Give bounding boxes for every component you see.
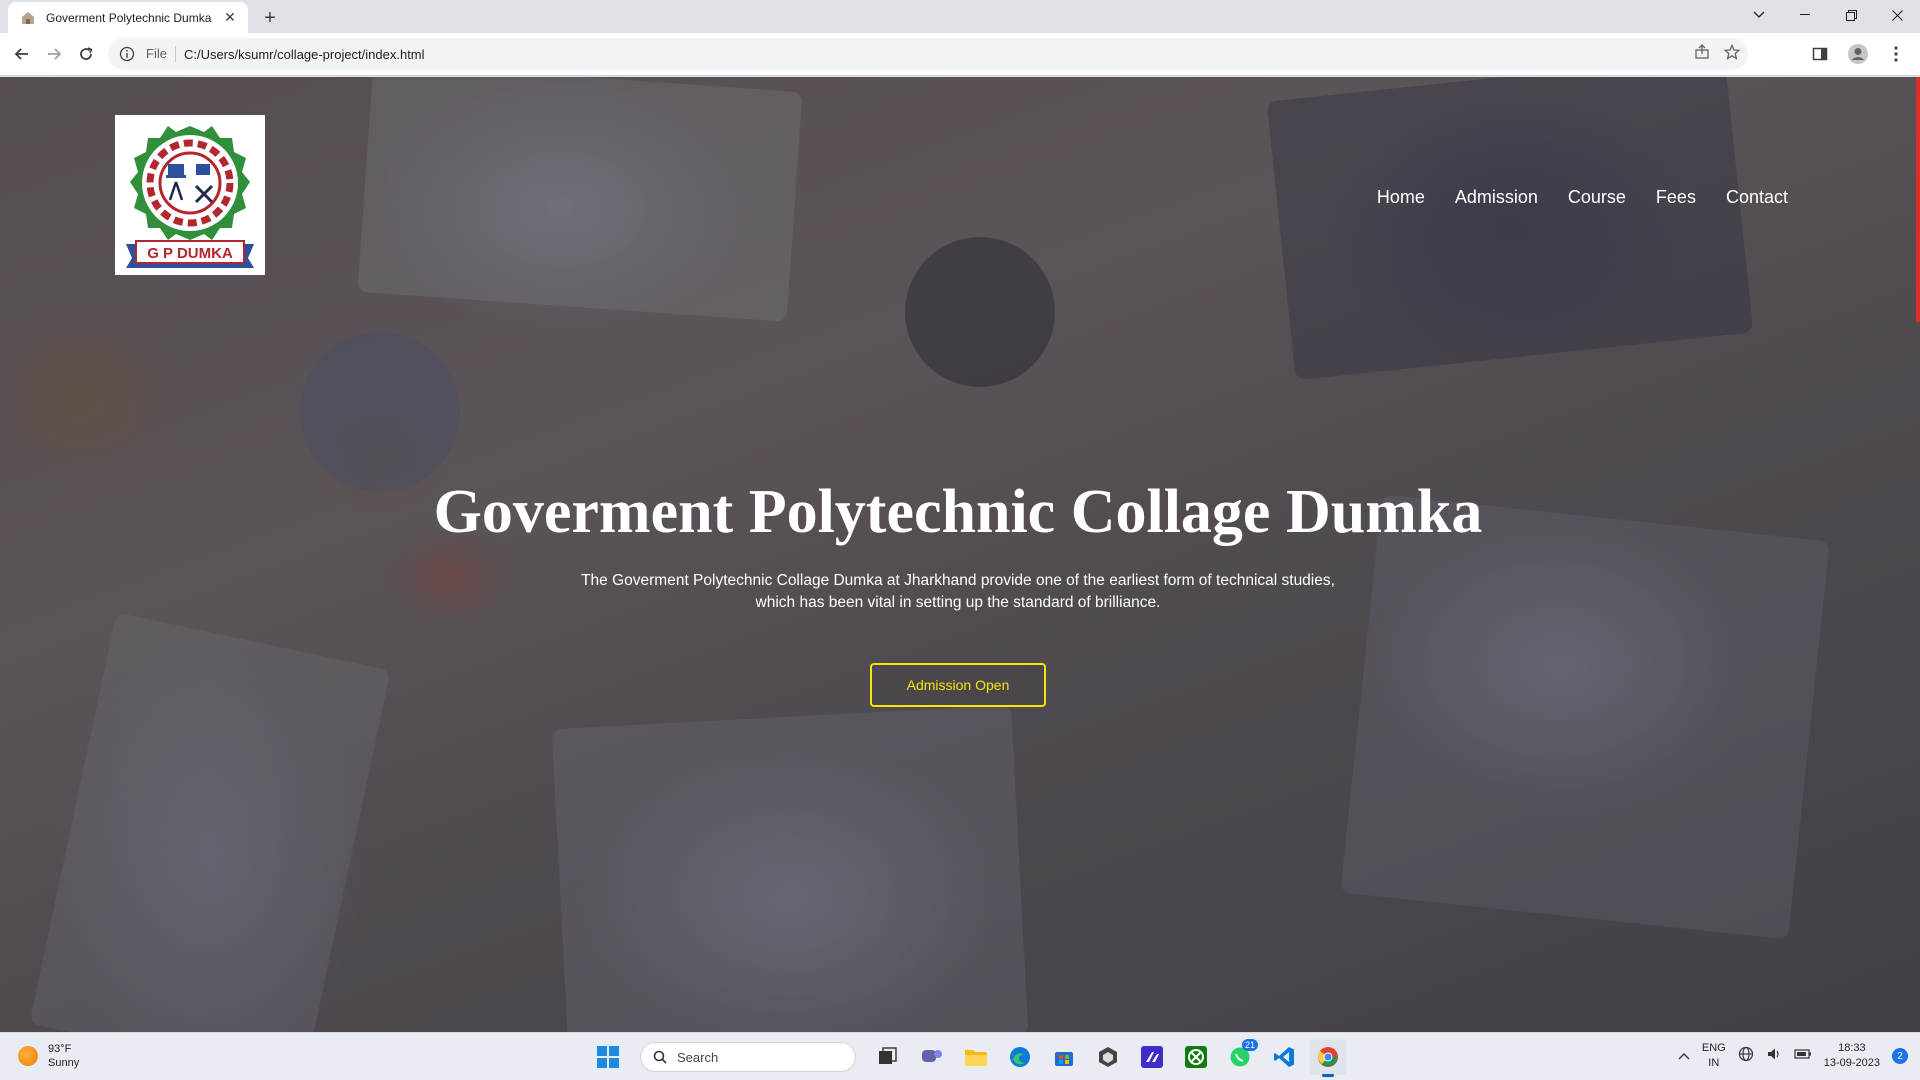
omnibox-actions	[1694, 43, 1741, 65]
page-scrollbar[interactable]	[1916, 77, 1920, 322]
unity-hub-icon[interactable]	[1090, 1039, 1126, 1075]
address-bar[interactable]: File C:/Users/ksumr/collage-project/inde…	[108, 38, 1748, 70]
edge-browser-icon[interactable]	[1002, 1039, 1038, 1075]
weather-temp: 93°F	[48, 1043, 72, 1055]
tab-search-chevron-down-icon[interactable]	[1736, 0, 1782, 30]
minimize-icon[interactable]	[1782, 0, 1828, 30]
file-explorer-icon[interactable]	[958, 1039, 994, 1075]
menu-kebab-icon[interactable]	[1882, 40, 1910, 68]
clock[interactable]: 18:33 13-09-2023	[1824, 1041, 1880, 1071]
lang-top: ENG	[1701, 1042, 1726, 1054]
hero-subtitle-line-1: The Goverment Polytechnic Collage Dumka …	[581, 572, 1335, 589]
tab-title: Goverment Polytechnic Dumka	[46, 10, 212, 25]
network-globe-icon[interactable]	[1738, 1046, 1754, 1067]
file-scheme-label: File	[146, 46, 176, 62]
lang-bottom: IN	[1708, 1057, 1720, 1069]
clock-time: 18:33	[1838, 1042, 1866, 1054]
whatsapp-badge: 21	[1241, 1039, 1258, 1051]
site-nav: Home Admission Course Fees Contact	[1377, 187, 1788, 208]
xbox-icon[interactable]	[1178, 1039, 1214, 1075]
logo-text: G P DUMKA	[147, 245, 233, 262]
battery-icon[interactable]	[1794, 1047, 1812, 1065]
sun-icon	[18, 1046, 38, 1066]
windows-start-icon[interactable]	[590, 1039, 626, 1075]
vscode-icon[interactable]	[1266, 1039, 1302, 1075]
background-laptop-shape	[357, 77, 803, 322]
profile-avatar-icon[interactable]	[1844, 40, 1872, 68]
side-panel-icon[interactable]	[1806, 40, 1834, 68]
browser-tab-bar: Goverment Polytechnic Dumka ✕ +	[0, 0, 1920, 33]
system-tray: ENG IN 18:33 13-09-2023 2	[1678, 1041, 1908, 1071]
gear-emblem-icon: G P DUMKA	[126, 126, 254, 268]
close-window-icon[interactable]	[1874, 0, 1920, 30]
search-placeholder: Search	[677, 1049, 719, 1065]
hero-subtitle: The Goverment Polytechnic Collage Dumka …	[0, 570, 1916, 614]
url-text[interactable]: C:/Users/ksumr/collage-project/index.htm…	[184, 47, 425, 62]
nav-fees[interactable]: Fees	[1656, 187, 1696, 208]
taskbar: 93°F Sunny Search 21 ENG IN 18:33 13-09-…	[0, 1032, 1920, 1080]
background-laptop-shape	[29, 612, 391, 1032]
window-controls	[1736, 0, 1920, 30]
background-laptop-shape	[1266, 77, 1754, 381]
admission-open-button[interactable]: Admission Open	[870, 663, 1046, 707]
search-icon	[653, 1050, 667, 1064]
weather-desc: Sunny	[48, 1057, 80, 1069]
forward-arrow-icon[interactable]	[40, 40, 68, 68]
hero-subtitle-line-2: which has been vital in setting up the s…	[755, 594, 1161, 611]
page-viewport: G P DUMKA Home Admission Course Fees Con…	[0, 77, 1920, 1032]
toolbar-right	[1806, 40, 1910, 68]
language-indicator[interactable]: ENG IN	[1702, 1041, 1726, 1071]
nav-contact[interactable]: Contact	[1726, 187, 1788, 208]
microsoft-store-icon[interactable]	[1046, 1039, 1082, 1075]
restore-icon[interactable]	[1828, 0, 1874, 30]
reload-icon[interactable]	[72, 40, 100, 68]
background-bowl-shape	[300, 332, 460, 492]
browser-tab[interactable]: Goverment Polytechnic Dumka ✕	[8, 2, 248, 33]
background-laptop-shape	[551, 705, 1029, 1032]
task-view-icon[interactable]	[870, 1039, 906, 1075]
info-icon[interactable]	[118, 45, 136, 63]
vscode-alt-icon[interactable]	[1134, 1039, 1170, 1075]
background-laptop-shape	[1340, 494, 1830, 940]
taskbar-apps: Search 21	[590, 1039, 1346, 1077]
nav-course[interactable]: Course	[1568, 187, 1626, 208]
background-teapot-shape	[905, 237, 1055, 387]
chrome-icon[interactable]	[1310, 1039, 1346, 1077]
nav-admission[interactable]: Admission	[1455, 187, 1538, 208]
teams-chat-icon[interactable]	[914, 1039, 950, 1075]
college-favicon-icon	[20, 10, 36, 26]
new-tab-icon[interactable]: +	[258, 6, 282, 30]
clock-date: 13-09-2023	[1823, 1057, 1880, 1069]
nav-home[interactable]: Home	[1377, 187, 1425, 208]
notification-badge[interactable]: 2	[1892, 1048, 1908, 1064]
back-arrow-icon[interactable]	[8, 40, 36, 68]
weather-widget[interactable]: 93°F Sunny	[18, 1042, 79, 1070]
hero-title: Goverment Polytechnic Collage Dumka	[433, 478, 1483, 546]
tab-close-icon[interactable]: ✕	[222, 9, 238, 26]
browser-toolbar: File C:/Users/ksumr/collage-project/inde…	[0, 33, 1920, 76]
college-logo[interactable]: G P DUMKA	[115, 115, 265, 275]
share-icon[interactable]	[1694, 44, 1710, 65]
volume-icon[interactable]	[1766, 1046, 1782, 1067]
whatsapp-icon[interactable]: 21	[1222, 1039, 1258, 1075]
taskbar-search-input[interactable]: Search	[640, 1042, 856, 1072]
chevron-up-icon[interactable]	[1678, 1047, 1690, 1065]
bookmark-star-icon[interactable]	[1723, 43, 1741, 65]
